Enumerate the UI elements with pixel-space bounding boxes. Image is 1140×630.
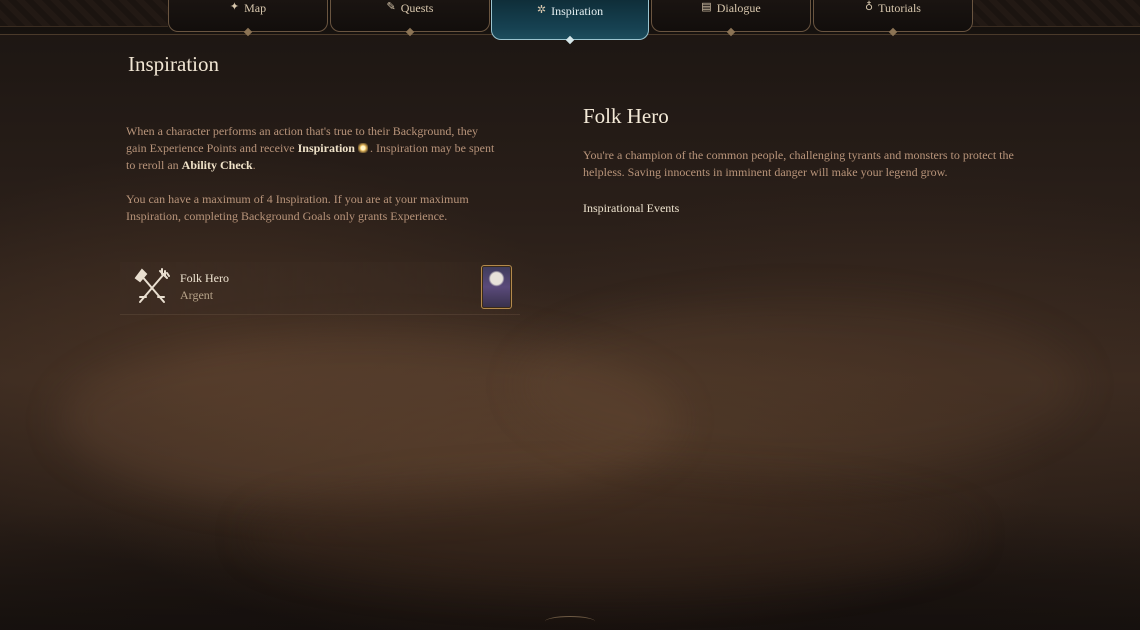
inspiration-spark-icon bbox=[357, 143, 368, 153]
quill-icon: ✎ bbox=[386, 1, 396, 13]
tab-label: Map bbox=[244, 1, 267, 15]
tab-pip bbox=[405, 27, 415, 37]
lightbulb-icon: ♁ bbox=[865, 1, 874, 13]
detail-description: You're a champion of the common people, … bbox=[583, 148, 1014, 179]
tab-label: Quests bbox=[400, 1, 434, 15]
tab-label: Tutorials bbox=[878, 1, 921, 15]
crossed-shovel-pitchfork-icon bbox=[134, 268, 170, 303]
bottom-ornament bbox=[545, 616, 595, 627]
tab-label: Dialogue bbox=[716, 1, 761, 15]
detail-title: Folk Hero bbox=[583, 104, 669, 128]
inspiration-star-icon: ✲ bbox=[536, 4, 547, 16]
character-portrait[interactable] bbox=[481, 265, 512, 309]
inspiration-keyword[interactable]: Inspiration bbox=[298, 141, 355, 155]
tab-tutorials[interactable]: ♁ Tutorials bbox=[813, 0, 973, 37]
tab-quests[interactable]: ✎ Quests bbox=[330, 0, 490, 37]
description-paragraph: When a character performs an action that… bbox=[126, 123, 496, 174]
tab-pip bbox=[243, 27, 253, 37]
tab-map[interactable]: ✦ Map bbox=[168, 0, 328, 37]
tab-pip bbox=[726, 27, 736, 37]
background-smoke bbox=[520, 300, 1080, 470]
book-icon: ▤ bbox=[701, 1, 712, 13]
description-text: . bbox=[252, 158, 256, 172]
ornament-right bbox=[972, 0, 1140, 27]
inspirational-events-heading: Inspirational Events bbox=[583, 201, 680, 215]
compass-icon: ✦ bbox=[229, 1, 240, 13]
inspiration-description: When a character performs an action that… bbox=[126, 123, 496, 242]
tab-inspiration[interactable]: ✲ Inspiration bbox=[491, 0, 649, 45]
background-name: Folk Hero bbox=[180, 271, 229, 285]
ornament-left bbox=[0, 0, 168, 27]
tab-dialogue[interactable]: ▤ Dialogue bbox=[651, 0, 811, 37]
description-paragraph: You can have a maximum of 4 Inspiration.… bbox=[126, 192, 469, 223]
tab-pip bbox=[565, 35, 575, 45]
character-name: Argent bbox=[180, 288, 214, 302]
background-smoke bbox=[250, 480, 970, 590]
page-title: Inspiration bbox=[128, 52, 219, 76]
tab-label: Inspiration bbox=[551, 4, 604, 18]
tab-pip bbox=[888, 27, 898, 37]
top-tab-bar: ✦ Map ✎ Quests ✲ Inspiration ▤ Dialogue … bbox=[0, 0, 1140, 45]
ability-check-keyword[interactable]: Ability Check bbox=[182, 158, 253, 172]
background-list-item[interactable]: Folk Hero Argent bbox=[120, 262, 520, 315]
